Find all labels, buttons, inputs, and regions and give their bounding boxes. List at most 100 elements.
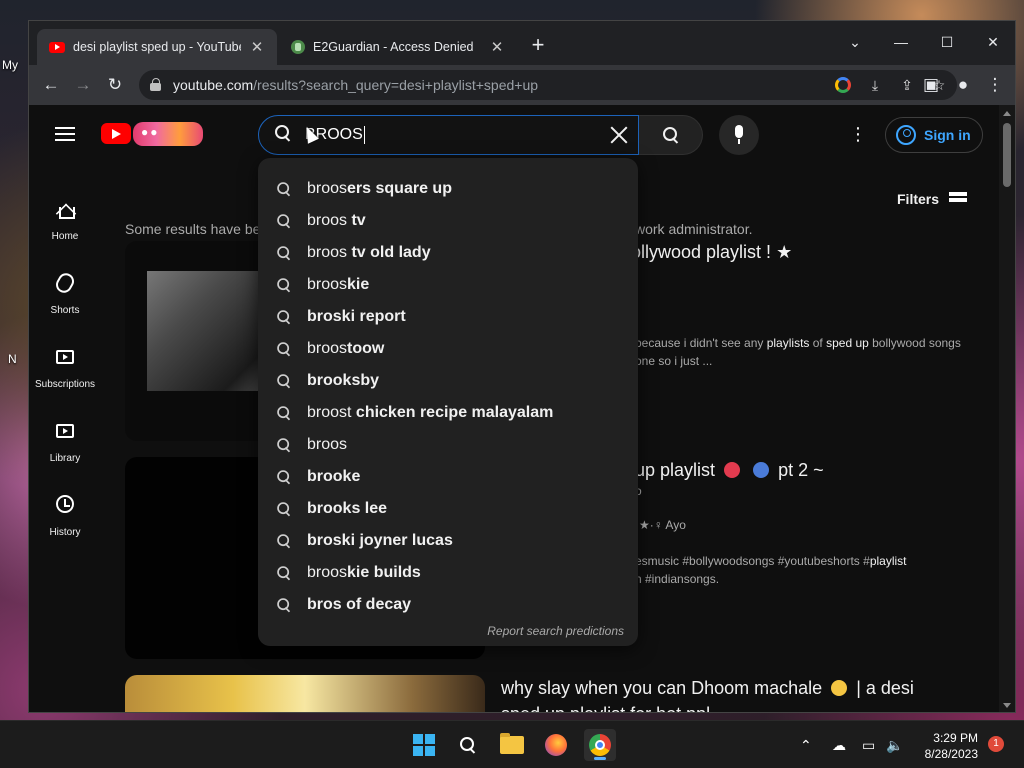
- system-clock[interactable]: 3:29 PM 8/28/2023: [920, 730, 978, 762]
- minimize-button[interactable]: —: [881, 27, 921, 57]
- text-caret: [363, 126, 365, 144]
- search-icon: [277, 438, 291, 452]
- guide-item-library[interactable]: Library: [29, 407, 101, 481]
- tab-e2guardian[interactable]: E2Guardian - Access Denied ✕: [279, 29, 517, 65]
- guide-item-shorts[interactable]: Shorts: [29, 259, 101, 333]
- firefox-icon: [545, 734, 567, 756]
- suggestion-typed-text: broos: [307, 276, 348, 293]
- show-hidden-icons-chevron-icon[interactable]: ⌃: [800, 721, 812, 768]
- volume-icon[interactable]: 🔈: [886, 721, 903, 768]
- page-scrollbar[interactable]: [999, 105, 1015, 712]
- search-suggestion[interactable]: broski report: [258, 301, 638, 333]
- tab-search-chevron-icon[interactable]: ⌄: [835, 27, 875, 57]
- tab-youtube[interactable]: desi playlist sped up - YouTube ✕: [37, 29, 277, 65]
- search-suggestion[interactable]: broos kie: [258, 269, 638, 301]
- video-title-line2[interactable]: sped up playlist for hot ppl: [501, 701, 710, 712]
- taskbar-search-button[interactable]: [452, 729, 484, 761]
- maximize-button[interactable]: ☐: [927, 27, 967, 57]
- suggestion-completion-text: brooksby: [307, 372, 380, 389]
- search-suggestion[interactable]: broos: [258, 429, 638, 461]
- search-suggestion[interactable]: broos ers square up: [258, 173, 638, 205]
- menu-icon[interactable]: [55, 127, 75, 141]
- guide-item-home[interactable]: Home: [29, 185, 101, 259]
- suggestion-completion-text: toow: [347, 340, 385, 357]
- voice-search-button[interactable]: [719, 115, 759, 155]
- youtube-logo-icon[interactable]: [101, 123, 131, 144]
- file-explorer-button[interactable]: [496, 729, 528, 761]
- search-suggestion[interactable]: broos toow: [258, 333, 638, 365]
- desktop-icon-label[interactable]: N: [8, 352, 17, 366]
- guide-item-history[interactable]: History: [29, 481, 101, 555]
- clock-time: 3:29 PM: [933, 731, 978, 745]
- search-suggestion[interactable]: brooks lee: [258, 493, 638, 525]
- search-suggestion[interactable]: broos kie builds: [258, 557, 638, 589]
- history-icon: [54, 495, 76, 517]
- video-thumbnail[interactable]: [125, 675, 485, 712]
- share-icon[interactable]: ⇪: [897, 75, 917, 95]
- clock-date: 8/28/2023: [924, 747, 978, 761]
- google-lens-icon[interactable]: [833, 75, 853, 95]
- search-suggestion[interactable]: brooksby: [258, 365, 638, 397]
- search-icon: [277, 214, 291, 228]
- search-suggestion[interactable]: broos tv old lady: [258, 237, 638, 269]
- close-tab-icon[interactable]: ✕: [249, 39, 265, 56]
- suggestion-completion-text: broski report: [307, 308, 406, 325]
- guide-item-subscriptions[interactable]: Subscriptions: [29, 333, 101, 407]
- firefox-button[interactable]: [540, 729, 572, 761]
- address-bar[interactable]: youtube.com/results?search_query=desi+pl…: [139, 70, 957, 100]
- video-title[interactable]: ollywood playlist ! ★: [631, 239, 792, 265]
- side-panel-icon[interactable]: ▣: [919, 73, 943, 97]
- close-tab-icon[interactable]: ✕: [489, 39, 505, 56]
- desktop-icon-label[interactable]: My: [2, 58, 18, 72]
- onedrive-offline-icon[interactable]: ☁: [832, 721, 846, 768]
- search-icon: [277, 246, 291, 260]
- video-title[interactable]: up playlist pt 2 ~: [635, 457, 824, 483]
- search-icon: [277, 502, 291, 516]
- install-app-icon[interactable]: ⤓: [865, 75, 885, 95]
- chrome-button[interactable]: [584, 729, 616, 761]
- browser-toolbar: ← → ↻ youtube.com/results?search_query=d…: [29, 65, 1015, 105]
- start-button[interactable]: [408, 729, 440, 761]
- scrollbar-thumb[interactable]: [1003, 123, 1011, 187]
- search-icon: [277, 278, 291, 292]
- chrome-icon: [589, 734, 611, 756]
- search-suggestion[interactable]: bros of decay: [258, 589, 638, 621]
- back-arrow-icon[interactable]: ←: [39, 73, 63, 97]
- suggestion-completion-text: brooks lee: [307, 500, 388, 517]
- reload-icon[interactable]: ↻: [103, 73, 127, 97]
- url-text[interactable]: youtube.com/results?search_query=desi+pl…: [173, 77, 538, 93]
- report-predictions-link[interactable]: Report search predictions: [487, 624, 624, 638]
- search-icon: [662, 127, 679, 143]
- notification-badge[interactable]: 1: [988, 736, 1004, 752]
- url-path: /results?search_query=desi+playlist+sped…: [253, 77, 539, 93]
- lock-icon[interactable]: [149, 78, 163, 92]
- forward-arrow-icon[interactable]: →: [71, 73, 95, 97]
- settings-kebab-icon[interactable]: ⋮: [849, 125, 867, 145]
- scroll-up-arrow-icon[interactable]: [1003, 111, 1011, 116]
- video-title[interactable]: why slay when you can Dhoom machale | a …: [501, 675, 914, 701]
- scroll-down-arrow-icon[interactable]: [1003, 703, 1011, 708]
- suggestion-typed-text: broos: [307, 212, 348, 229]
- search-suggestion[interactable]: broos tv: [258, 205, 638, 237]
- filtered-results-notice: Some results have be: [125, 221, 261, 237]
- suggestion-completion-text: kie builds: [347, 564, 421, 581]
- search-button[interactable]: [639, 115, 703, 155]
- clear-search-icon[interactable]: [606, 122, 632, 148]
- profile-icon[interactable]: ●: [951, 73, 975, 97]
- search-suggestion[interactable]: broost chicken recipe malayalam: [258, 397, 638, 429]
- youtube-doodle-logo[interactable]: [133, 122, 203, 146]
- filtered-results-notice-end: work administrator.: [635, 221, 753, 237]
- search-icon: [275, 125, 295, 145]
- new-tab-button[interactable]: +: [527, 34, 549, 57]
- suggestion-typed-text: broos: [307, 436, 348, 453]
- chrome-menu-icon[interactable]: ⋮: [983, 73, 1007, 97]
- search-suggestion[interactable]: broski joyner lucas: [258, 525, 638, 557]
- filters-button[interactable]: Filters: [897, 191, 968, 207]
- channel-name[interactable]: ·★·♀ Ayo: [635, 516, 686, 534]
- search-suggestion[interactable]: brooke: [258, 461, 638, 493]
- sign-in-button[interactable]: Sign in: [885, 117, 983, 153]
- close-window-button[interactable]: ✕: [973, 27, 1013, 57]
- account-icon: [896, 125, 916, 145]
- network-icon[interactable]: ▭: [862, 721, 875, 768]
- tab-title: E2Guardian - Access Denied: [313, 40, 474, 54]
